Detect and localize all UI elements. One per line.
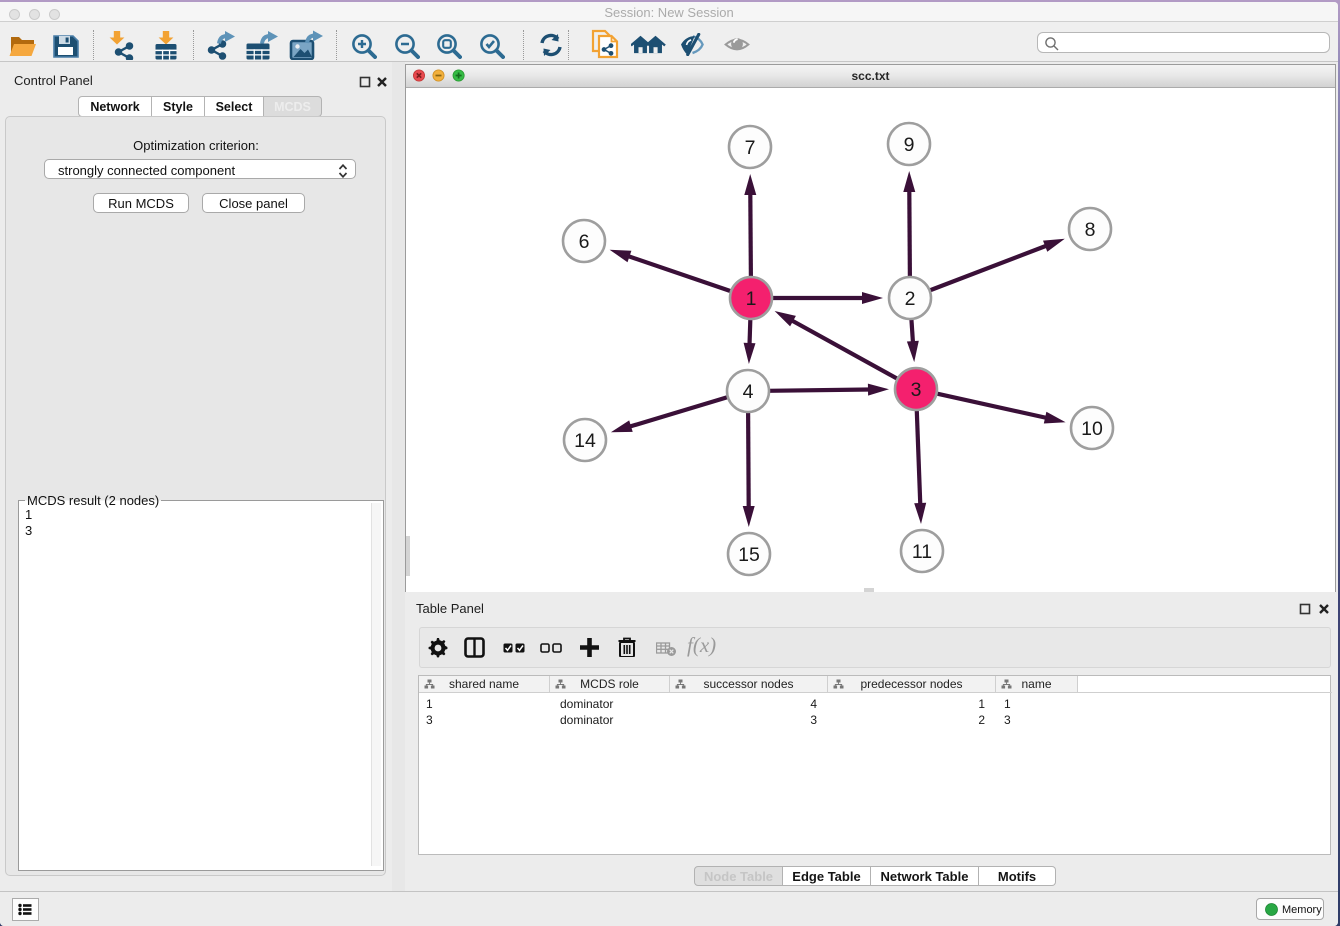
svg-text:15: 15 <box>738 544 760 566</box>
svg-text:4: 4 <box>743 381 754 403</box>
svg-text:6: 6 <box>579 231 590 253</box>
svg-text:14: 14 <box>574 430 596 452</box>
svg-text:3: 3 <box>911 379 922 401</box>
svg-text:10: 10 <box>1081 418 1103 440</box>
svg-text:2: 2 <box>905 288 916 310</box>
svg-text:8: 8 <box>1085 219 1096 241</box>
svg-text:7: 7 <box>745 137 756 159</box>
svg-text:11: 11 <box>912 541 932 563</box>
svg-text:1: 1 <box>746 288 757 310</box>
svg-text:9: 9 <box>904 134 915 156</box>
